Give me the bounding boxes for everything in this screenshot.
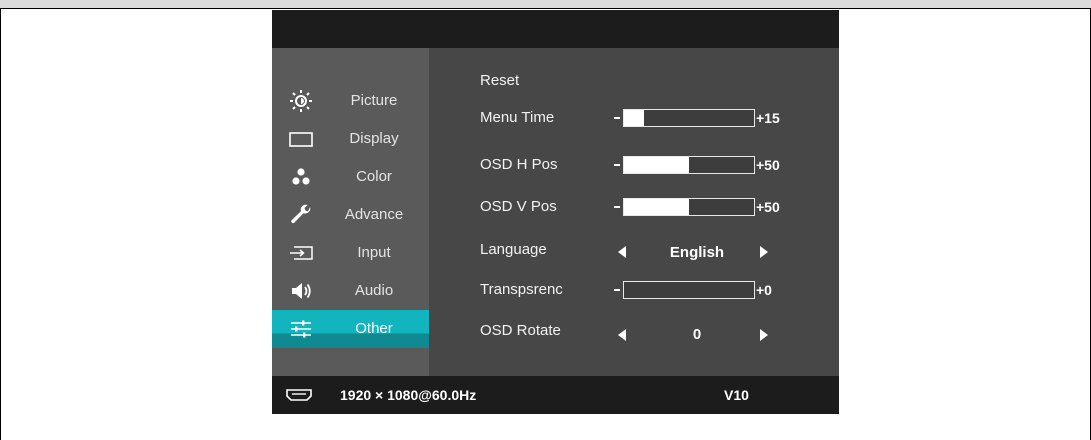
hdmi-icon <box>286 388 312 407</box>
sidebar-item-label: Picture <box>350 92 398 109</box>
sidebar-item-label: Display <box>349 130 399 147</box>
previous-option-icon[interactable] <box>618 329 626 341</box>
slider-value: +50 <box>756 157 780 173</box>
color-icon <box>288 165 314 189</box>
wrench-icon <box>288 203 314 227</box>
reset-item[interactable]: Reset <box>480 72 519 89</box>
language-label: Language <box>480 241 547 258</box>
osd-menu: Picture Display Color Advance Input Audi… <box>272 10 839 414</box>
next-option-icon[interactable] <box>760 329 768 341</box>
speaker-icon <box>288 279 314 303</box>
osd-v-pos-slider[interactable]: +50 <box>614 198 814 216</box>
sidebar: Picture Display Color Advance Input Audi… <box>272 48 429 376</box>
transparency-slider[interactable]: +0 <box>614 281 814 299</box>
slider-track[interactable] <box>623 109 755 127</box>
display-icon <box>288 127 314 151</box>
menu-time-slider[interactable]: +15 <box>614 109 814 127</box>
brightness-icon <box>288 89 314 113</box>
decrease-icon <box>614 117 620 119</box>
transparency-label: Transpsrenc <box>480 281 563 298</box>
input-icon <box>288 241 314 265</box>
sidebar-item-display[interactable]: Display <box>272 120 429 158</box>
osd-rotate-value: 0 <box>692 326 702 343</box>
osd-rotate-label: OSD Rotate <box>480 322 561 339</box>
slider-value: +0 <box>756 282 772 298</box>
menu-time-label: Menu Time <box>480 109 555 126</box>
sidebar-item-audio[interactable]: Audio <box>272 272 429 310</box>
slider-track[interactable] <box>623 198 755 216</box>
sidebar-item-other[interactable]: Other <box>272 310 429 348</box>
language-value: English <box>669 244 725 261</box>
slider-fill <box>624 199 689 215</box>
slider-track[interactable] <box>623 281 755 299</box>
sidebar-item-picture[interactable]: Picture <box>272 82 429 120</box>
sidebar-item-advance[interactable]: Advance <box>272 196 429 234</box>
sidebar-item-label: Advance <box>344 206 404 223</box>
slider-fill <box>624 157 689 173</box>
decrease-icon <box>614 206 620 208</box>
sidebar-item-color[interactable]: Color <box>272 158 429 196</box>
status-bar: 1920 × 1080@60.0Hz V10 <box>272 376 839 414</box>
next-option-icon[interactable] <box>760 246 768 258</box>
osd-h-pos-label: OSD H Pos <box>480 156 558 173</box>
osd-header <box>272 10 839 48</box>
decrease-icon <box>614 289 620 291</box>
sidebar-item-label: Other <box>355 320 393 337</box>
slider-value: +15 <box>756 110 780 126</box>
settings-panel: Reset Menu Time +15 OSD H Pos +50 OSD V … <box>429 48 839 376</box>
resolution-readout: 1920 × 1080@60.0Hz <box>340 387 477 403</box>
previous-option-icon[interactable] <box>618 246 626 258</box>
version-readout: V10 <box>724 387 749 403</box>
sidebar-item-input[interactable]: Input <box>272 234 429 272</box>
sidebar-item-label: Input <box>357 244 391 261</box>
osd-h-pos-slider[interactable]: +50 <box>614 156 814 174</box>
sliders-icon <box>288 317 314 341</box>
sidebar-item-label: Color <box>356 168 392 185</box>
top-strip <box>0 0 1091 9</box>
sidebar-item-label: Audio <box>354 282 394 299</box>
slider-track[interactable] <box>623 156 755 174</box>
slider-fill <box>624 110 644 126</box>
osd-v-pos-label: OSD V Pos <box>480 198 557 215</box>
slider-value: +50 <box>756 199 780 215</box>
decrease-icon <box>614 164 620 166</box>
